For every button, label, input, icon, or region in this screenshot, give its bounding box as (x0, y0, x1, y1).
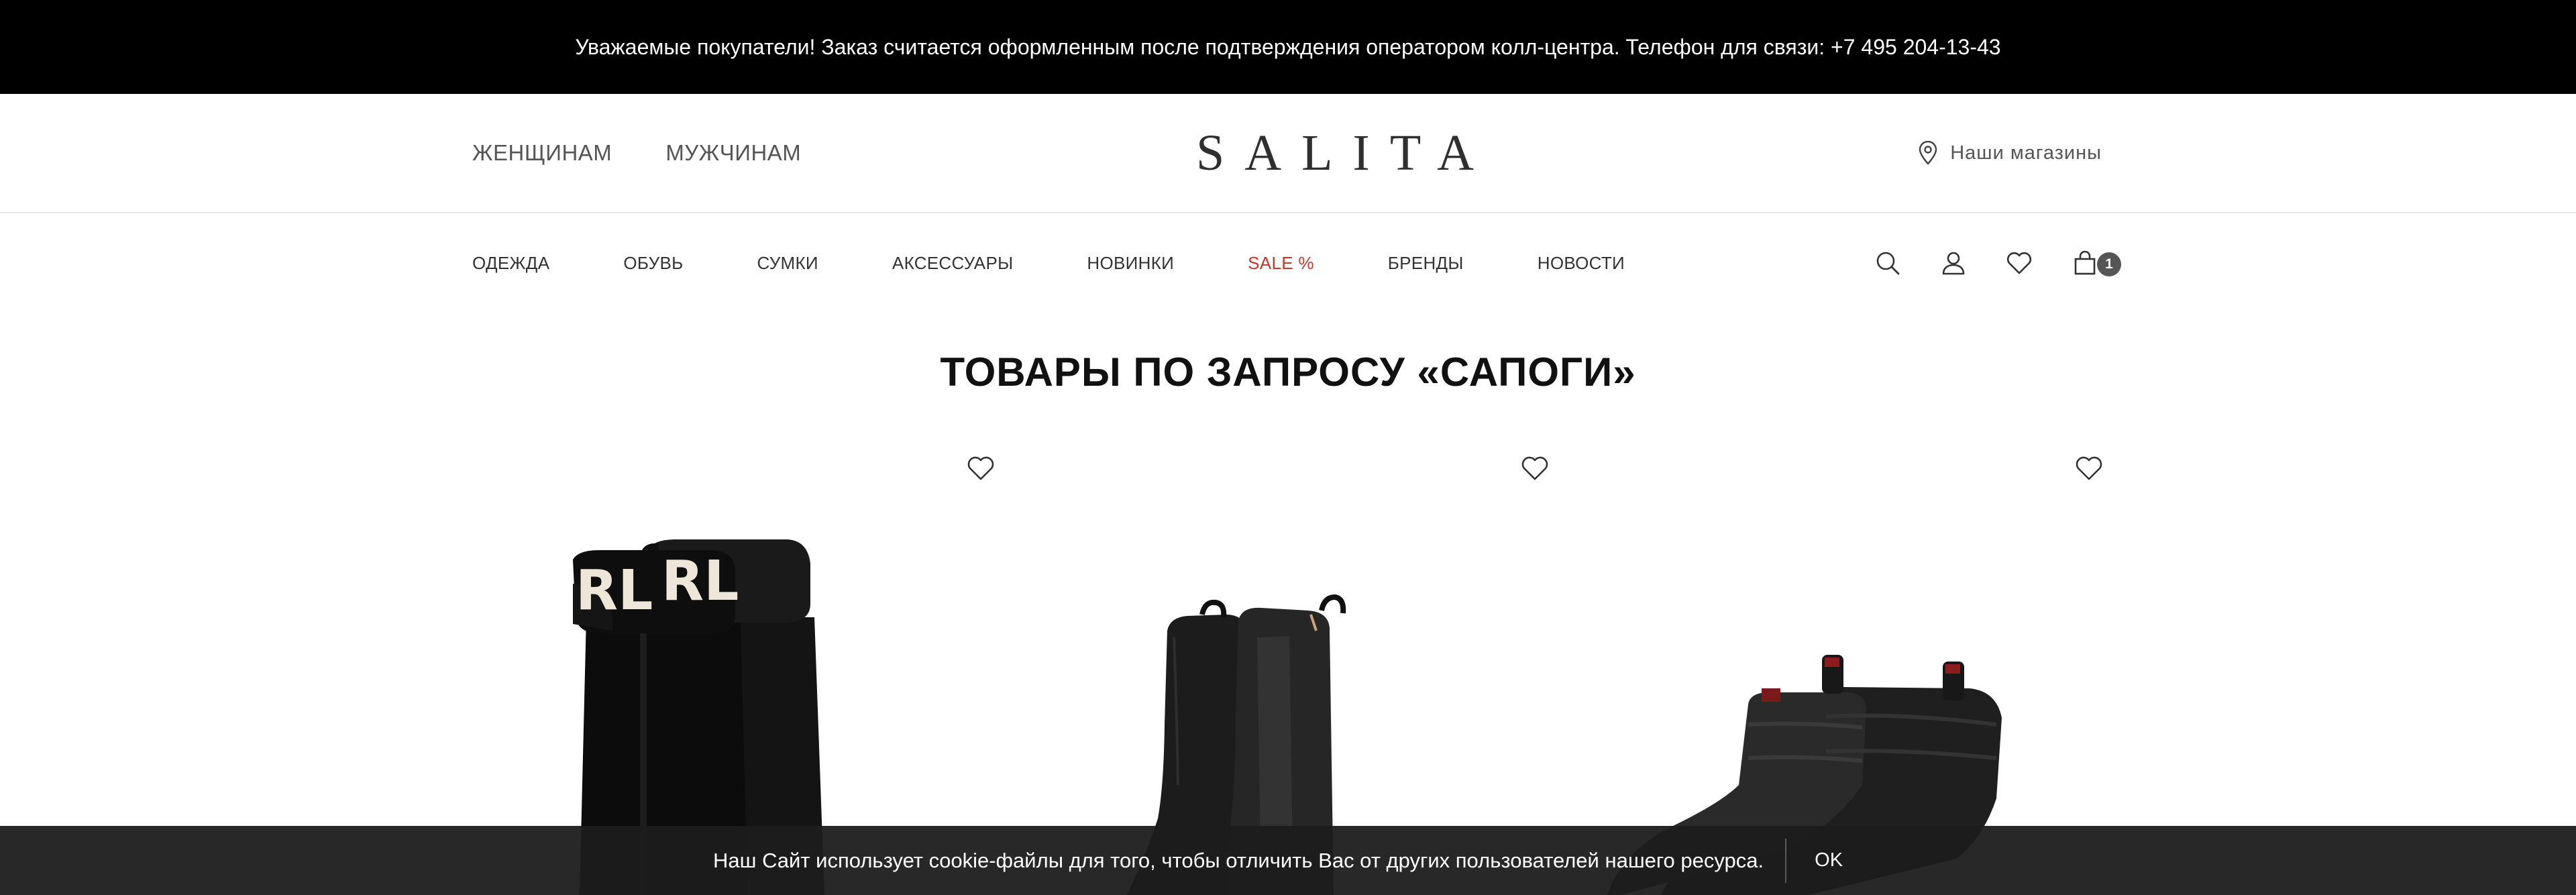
category-new[interactable]: НОВИНКИ (1087, 253, 1174, 274)
heart-icon (2006, 252, 2032, 274)
site-logo[interactable]: SALITA (1181, 94, 1489, 212)
svg-text:RL: RL (661, 549, 739, 613)
category-sale[interactable]: SALE % (1248, 253, 1314, 274)
category-bags[interactable]: СУМКИ (757, 253, 818, 274)
bag-icon (2074, 251, 2096, 275)
category-clothing[interactable]: ОДЕЖДА (472, 253, 549, 274)
stores-label: Наши магазины (1950, 142, 2102, 164)
category-nav: ОДЕЖДА ОБУВЬ СУМКИ АКСЕССУАРЫ НОВИНКИ SA… (0, 213, 2576, 313)
product-card[interactable]: RL RL (472, 429, 996, 895)
site-header: ЖЕНЩИНАМ МУЖЧИНАМ SALITA Наши магазины (0, 94, 2576, 213)
product-grid: RL RL (472, 429, 2104, 895)
category-brands[interactable]: БРЕНДЫ (1388, 253, 1464, 274)
heart-icon[interactable] (1520, 454, 1550, 483)
cart-button[interactable]: 1 (2072, 250, 2121, 276)
nav-men[interactable]: МУЖЧИНАМ (665, 140, 801, 166)
search-icon (1876, 252, 1900, 275)
category-news[interactable]: НОВОСТИ (1538, 253, 1625, 274)
heart-icon[interactable] (2074, 454, 2104, 483)
cart-count-badge: 1 (2097, 252, 2121, 276)
stores-link[interactable]: Наши магазины (1918, 94, 2102, 212)
account-button[interactable] (1940, 250, 1967, 276)
cookie-banner: Наш Сайт использует cookie-файлы для тог… (0, 826, 2576, 895)
user-icon (1942, 252, 1965, 275)
page-title: ТОВАРЫ ПО ЗАПРОСУ «САПОГИ» (940, 350, 1636, 394)
product-card[interactable] (1580, 429, 2104, 895)
map-pin-icon (1919, 141, 1937, 165)
cookie-message: Наш Сайт использует cookie-файлы для тог… (712, 848, 1764, 872)
search-button[interactable] (1874, 250, 1901, 276)
nav-women[interactable]: ЖЕНЩИНАМ (472, 140, 612, 166)
category-shoes[interactable]: ОБУВЬ (623, 253, 683, 274)
heart-icon[interactable] (966, 454, 996, 483)
wishlist-button[interactable] (2006, 250, 2033, 276)
product-card[interactable] (1026, 429, 1550, 895)
svg-text:RL: RL (576, 559, 653, 623)
category-accessories[interactable]: АКСЕССУАРЫ (892, 253, 1013, 274)
cookie-ok-button[interactable]: OK (1786, 849, 1863, 872)
gender-nav: ЖЕНЩИНАМ МУЖЧИНАМ (472, 94, 801, 212)
announcement-bar: Уважаемые покупатели! Заказ считается оф… (0, 0, 2576, 94)
announcement-text: Уважаемые покупатели! Заказ считается оф… (575, 34, 2001, 59)
